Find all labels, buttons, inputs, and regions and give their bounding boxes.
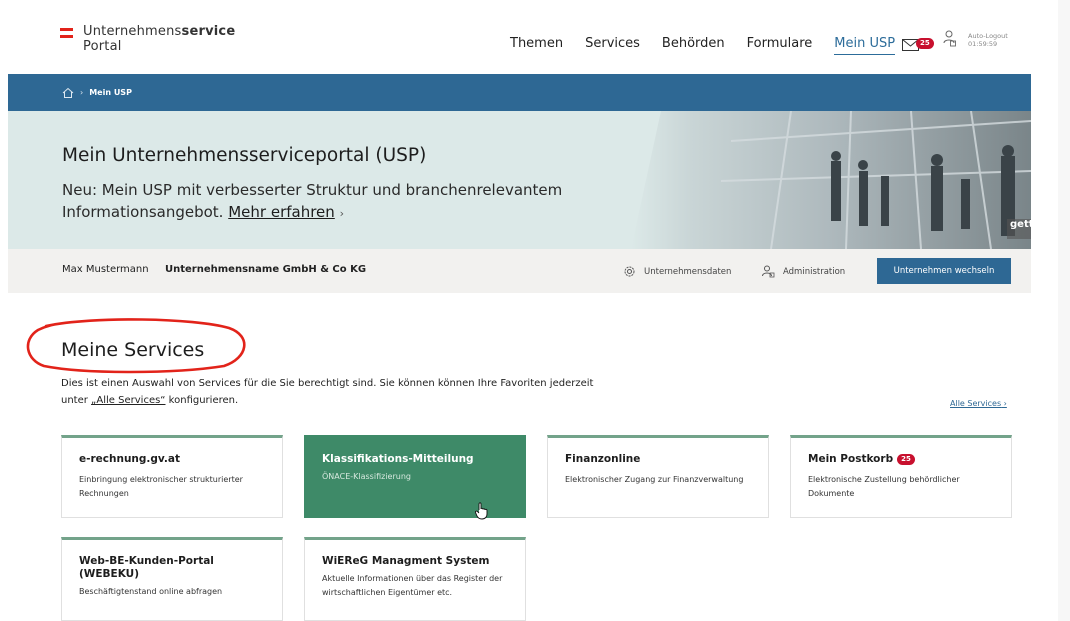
services-desc-prefix: unter (61, 395, 92, 406)
service-card-desc: Elektronischer Zugang zur Finanzverwaltu… (565, 475, 744, 484)
service-card-desc: Beschäftigtenstand online abfragen (79, 587, 223, 596)
usp-logo[interactable]: Unternehmensservice Portal (60, 24, 235, 54)
scrollbar[interactable] (1058, 0, 1070, 621)
services-heading: Meine Services (61, 339, 205, 361)
alle-services-label: Alle Services (950, 399, 1002, 408)
user-admin-icon (762, 265, 775, 278)
main-nav: Themen Services Behörden Formulare Mein … (510, 36, 917, 55)
service-card-erechnung[interactable]: e-rechnung.gv.at Einbringung elektronisc… (61, 435, 283, 518)
photo-credit: getty (1010, 219, 1031, 230)
service-card-title: Mein Postkorb (808, 453, 894, 465)
account-button[interactable] (943, 30, 957, 48)
mail-button[interactable]: 25 (902, 36, 934, 51)
user-icon (943, 30, 956, 47)
auto-logout-label: Auto-Logout (968, 32, 1008, 40)
hero-photo (631, 111, 1031, 249)
logo-bold: service (181, 24, 236, 39)
service-card-title: e-rechnung.gv.at (79, 453, 181, 465)
mehr-erfahren-link[interactable]: Mehr erfahren (228, 203, 335, 221)
service-card-finanzonline[interactable]: Finanzonline Elektronischer Zugang zur F… (547, 435, 769, 518)
hero-subtitle: Neu: Mein USP mit verbesserter Struktur … (62, 179, 622, 225)
nav-mein-usp[interactable]: Mein USP (834, 36, 896, 55)
chevron-right-icon: › (339, 207, 344, 220)
service-card-desc: Einbringung elektronischer strukturierte… (79, 475, 243, 498)
administration-label: Administration (783, 266, 846, 277)
breadcrumb: › Mein USP (8, 74, 1031, 111)
service-card-webeku[interactable]: Web-BE-Kunden-Portal (WEBEKU) Beschäftig… (61, 537, 283, 621)
austria-flag-icon (60, 28, 73, 38)
auto-logout-timer: Auto-Logout 01:59:59 (968, 32, 1008, 48)
services-desc-line1: Dies ist einen Auswahl von Services für … (61, 378, 594, 389)
home-icon[interactable] (62, 87, 74, 99)
service-card-title-wrap: Mein Postkorb 25 (808, 453, 994, 466)
logo-portal: Portal (83, 39, 122, 54)
breadcrumb-separator: › (80, 88, 84, 97)
auto-logout-time: 01:59:59 (968, 40, 998, 48)
nav-formulare[interactable]: Formulare (747, 36, 813, 55)
service-card-postkorb[interactable]: Mein Postkorb 25 Elektronische Zustellung… (790, 435, 1012, 518)
hand-cursor-icon (475, 502, 488, 520)
nav-services[interactable]: Services (585, 36, 640, 55)
page-title: Mein Unternehmensserviceportal (USP) (62, 145, 427, 166)
services-desc-line2: unter „Alle Services“ konfigurieren. (61, 392, 681, 409)
services-description: Dies ist einen Auswahl von Services für … (61, 375, 681, 409)
switch-company-button[interactable]: Unternehmen wechseln (877, 258, 1011, 284)
company-name: Unternehmensname GmbH & Co KG (165, 264, 367, 275)
service-card-desc: Elektronische Zustellung behördlicher Do… (808, 475, 960, 498)
service-card-klassifikation[interactable]: Klassifikations-Mitteilung ÖNACE-Klassif… (304, 435, 526, 520)
company-data-link[interactable]: Unternehmensdaten (623, 265, 731, 278)
administration-link[interactable]: Administration (762, 265, 845, 278)
services-desc-suffix: konfigurieren. (165, 395, 239, 406)
nav-themen[interactable]: Themen (510, 36, 563, 55)
gear-icon (624, 266, 635, 277)
nav-behoerden[interactable]: Behörden (662, 36, 725, 55)
service-card-wiereg[interactable]: WiEReG Managment System Aktuelle Informa… (304, 537, 526, 621)
alle-services-link[interactable]: Alle Services › (950, 399, 1007, 408)
service-card-title: Finanzonline (565, 453, 641, 465)
service-card-title: Klassifikations-Mitteilung (322, 453, 474, 465)
service-card-desc: ÖNACE-Klassifizierung (322, 472, 411, 481)
logo-text: Unternehmensservice Portal (83, 24, 235, 54)
user-bar: Max Mustermann Unternehmensname GmbH & C… (8, 249, 1031, 293)
postkorb-count-badge: 25 (897, 454, 915, 465)
breadcrumb-current: Mein USP (89, 88, 132, 97)
logo-prefix: Unternehmens (83, 24, 182, 39)
service-card-title: WiEReG Managment System (322, 555, 490, 567)
company-data-label: Unternehmensdaten (644, 266, 732, 277)
user-name: Max Mustermann (62, 264, 149, 275)
mail-count-badge: 25 (916, 38, 934, 49)
alle-services-inline-link[interactable]: „Alle Services“ (91, 395, 165, 406)
page-margin (1031, 0, 1058, 621)
service-card-desc: Aktuelle Informationen über das Register… (322, 574, 503, 597)
service-card-title: Web-BE-Kunden-Portal (WEBEKU) (79, 555, 214, 580)
hero-banner: Mein Unternehmensserviceportal (USP) Neu… (8, 111, 1031, 249)
site-header: Unternehmensservice Portal Themen Servic… (0, 0, 1058, 72)
